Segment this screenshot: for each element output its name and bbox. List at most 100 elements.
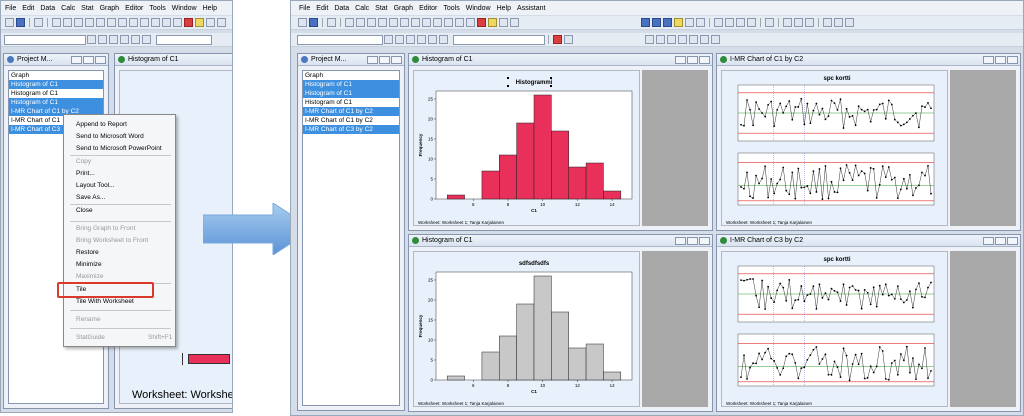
menu-tools[interactable]: Tools xyxy=(149,5,165,12)
right-style-combo[interactable] xyxy=(453,34,545,45)
selection-handle[interactable] xyxy=(550,85,552,87)
close-button[interactable] xyxy=(1007,237,1018,245)
cancel-icon[interactable] xyxy=(477,18,486,27)
pen-icon[interactable] xyxy=(109,35,118,44)
copy-icon[interactable] xyxy=(63,18,72,27)
tree-header-graph[interactable]: Graph xyxy=(303,71,399,80)
context-item-rename[interactable]: Rename xyxy=(76,316,101,323)
session-icon[interactable] xyxy=(510,18,519,27)
menu-graph[interactable]: Graph xyxy=(100,5,119,12)
redo-icon[interactable] xyxy=(389,18,398,27)
selection-handle[interactable] xyxy=(507,85,509,87)
print-icon[interactable] xyxy=(327,18,336,27)
matrix-icon[interactable] xyxy=(765,18,774,27)
menu-help[interactable]: Help xyxy=(203,5,217,12)
undo-icon[interactable] xyxy=(85,18,94,27)
menu-data[interactable]: Data xyxy=(334,5,349,12)
context-item-statguide[interactable]: StatGuide xyxy=(76,334,105,341)
project-item[interactable]: I-MR Chart of C3 by C2 xyxy=(303,125,399,134)
new-icon[interactable] xyxy=(5,18,14,27)
rectangle-tool-icon[interactable] xyxy=(656,35,665,44)
close-button[interactable] xyxy=(391,56,402,64)
project-item[interactable]: Histogram of C1 xyxy=(303,80,399,89)
project-item[interactable]: Histogram of C1 xyxy=(303,98,399,107)
project-manager-icon[interactable] xyxy=(714,18,723,27)
swap-icon[interactable] xyxy=(439,35,448,44)
undo-icon[interactable] xyxy=(378,18,387,27)
bookmark-icon[interactable] xyxy=(455,18,464,27)
columns-icon[interactable] xyxy=(736,18,745,27)
history-icon[interactable] xyxy=(685,18,694,27)
menu-file[interactable]: File xyxy=(5,5,16,12)
maximize-button[interactable] xyxy=(687,237,698,245)
context-item-tile-with-worksheet[interactable]: Tile With Worksheet xyxy=(76,298,134,305)
menu-help[interactable]: Help xyxy=(497,5,511,12)
edit-last-dialog-icon[interactable] xyxy=(118,18,127,27)
menu-window[interactable]: Window xyxy=(172,5,197,12)
ellipse-tool-icon[interactable] xyxy=(667,35,676,44)
menu-editor[interactable]: Editor xyxy=(125,5,143,12)
report-icon[interactable] xyxy=(696,18,705,27)
cancel-icon[interactable] xyxy=(184,18,193,27)
crosshair-icon[interactable] xyxy=(120,35,129,44)
row-insert-icon[interactable] xyxy=(805,18,814,27)
menu-edit[interactable]: Edit xyxy=(22,5,34,12)
menu-calc[interactable]: Calc xyxy=(355,5,369,12)
help-icon[interactable] xyxy=(488,18,497,27)
session-icon[interactable] xyxy=(217,18,226,27)
maximize-button[interactable] xyxy=(995,237,1006,245)
find-icon[interactable] xyxy=(107,18,116,27)
selection-handle[interactable] xyxy=(550,77,552,79)
minimize-button[interactable] xyxy=(675,56,686,64)
close-button[interactable] xyxy=(699,237,710,245)
info-icon[interactable] xyxy=(674,18,683,27)
menu-calc[interactable]: Calc xyxy=(61,5,75,12)
save-icon[interactable] xyxy=(309,18,318,27)
move-down-icon[interactable] xyxy=(151,18,160,27)
zoom-icon[interactable] xyxy=(564,35,573,44)
cut-icon[interactable] xyxy=(345,18,354,27)
project-item[interactable]: I-MR Chart of C1 by C2 xyxy=(303,107,399,116)
paste-icon[interactable] xyxy=(74,18,83,27)
context-item-append-to-report[interactable]: Append to Report xyxy=(76,121,127,128)
context-item-save-as[interactable]: Save As... xyxy=(76,194,105,201)
show-session-icon[interactable] xyxy=(652,18,661,27)
polyline-tool-icon[interactable] xyxy=(711,35,720,44)
print-icon[interactable] xyxy=(34,18,43,27)
context-item-layout-tool[interactable]: Layout Tool... xyxy=(76,182,115,189)
pen-icon[interactable] xyxy=(406,35,415,44)
context-item-print[interactable]: Print... xyxy=(76,170,95,177)
move-down-icon[interactable] xyxy=(444,18,453,27)
brush-icon[interactable] xyxy=(823,18,832,27)
help-icon[interactable] xyxy=(195,18,204,27)
select-icon[interactable] xyxy=(428,35,437,44)
paste-icon[interactable] xyxy=(367,18,376,27)
save-icon[interactable] xyxy=(16,18,25,27)
context-item-minimize[interactable]: Minimize xyxy=(76,261,102,268)
marker-tool-icon[interactable] xyxy=(700,35,709,44)
show-graphs-icon[interactable] xyxy=(663,18,672,27)
cut-icon[interactable] xyxy=(52,18,61,27)
line-tool-icon[interactable] xyxy=(678,35,687,44)
context-item-maximize[interactable]: Maximize xyxy=(76,273,103,280)
fit-icon[interactable] xyxy=(87,35,96,44)
move-up-icon[interactable] xyxy=(140,18,149,27)
graph-brush-icon[interactable] xyxy=(466,18,475,27)
stat-guide-icon[interactable] xyxy=(499,18,508,27)
pen-tool-icon[interactable] xyxy=(834,18,843,27)
context-item-restore[interactable]: Restore xyxy=(76,249,99,256)
move-up-icon[interactable] xyxy=(433,18,442,27)
brush-icon[interactable] xyxy=(98,35,107,44)
right-font-combo[interactable] xyxy=(297,34,383,45)
tree-header-graph[interactable]: Graph xyxy=(9,71,103,80)
menu-assistant[interactable]: Assistant xyxy=(517,5,545,12)
minimize-button[interactable] xyxy=(983,237,994,245)
menu-stat[interactable]: Stat xyxy=(375,5,387,12)
text-tool-icon[interactable] xyxy=(645,35,654,44)
fit-icon[interactable] xyxy=(384,35,393,44)
maximize-button[interactable] xyxy=(995,56,1006,64)
delete-icon[interactable] xyxy=(553,35,562,44)
redo-icon[interactable] xyxy=(96,18,105,27)
project-item[interactable]: Histogram of C1 xyxy=(9,80,103,89)
menu-file[interactable]: File xyxy=(299,5,310,12)
